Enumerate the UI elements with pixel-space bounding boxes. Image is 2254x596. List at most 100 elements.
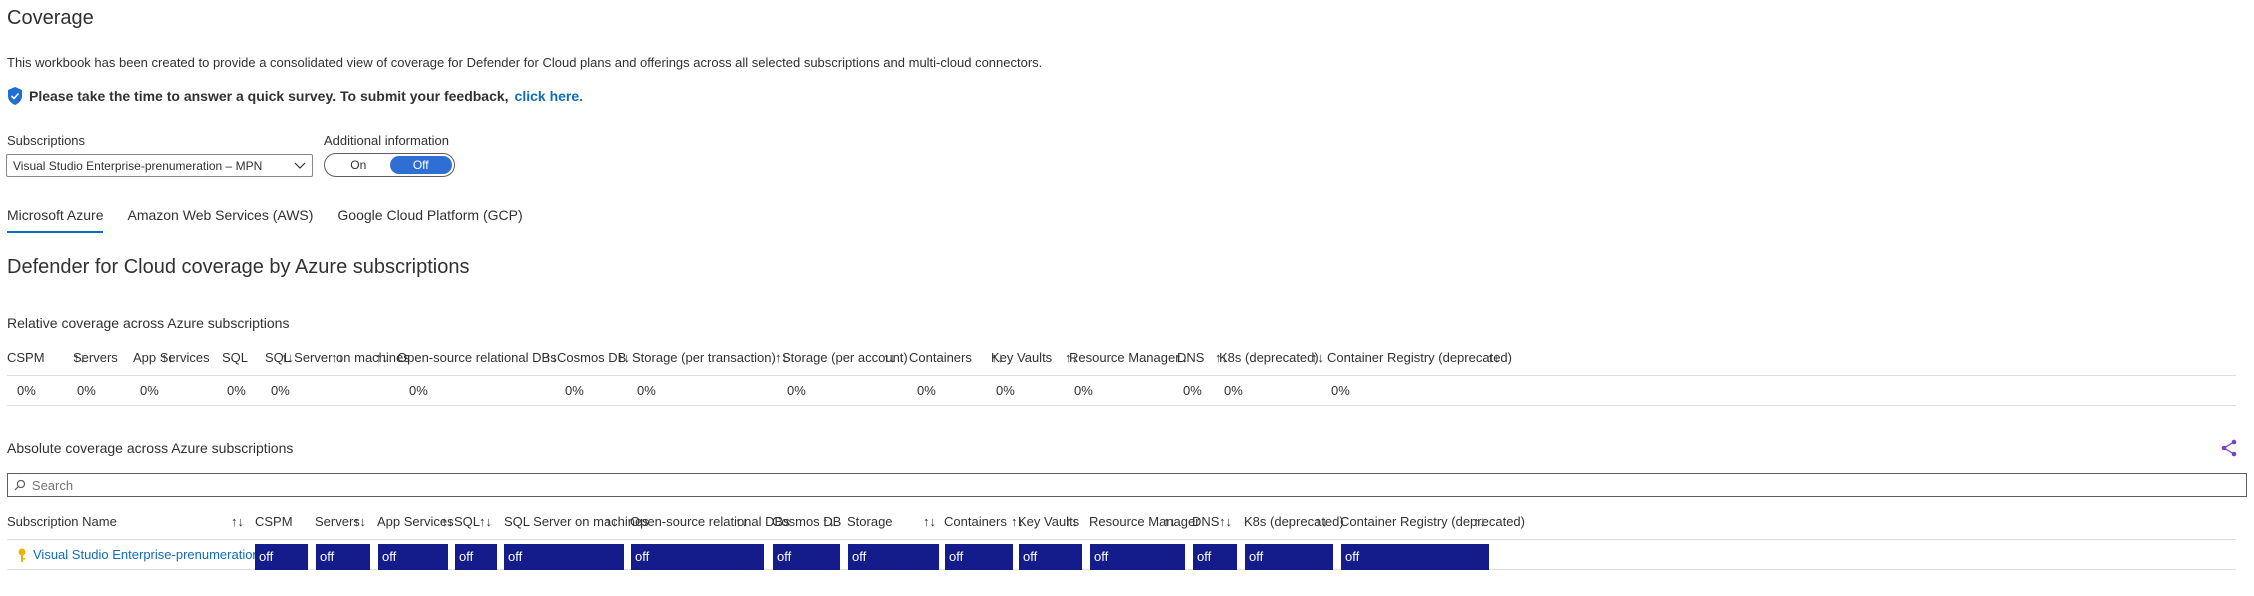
share-icon[interactable] <box>2220 439 2238 457</box>
sort-icon[interactable]: ↑↓ <box>605 510 618 534</box>
coverage-cell-servers: off <box>316 544 370 570</box>
column-header-k8s-deprecated: K8s (deprecated) <box>1244 514 1344 529</box>
column-header-k8s-deprecated: K8s (deprecated) <box>1219 350 1319 365</box>
column-header-open-source-relational-dbs: Open-source relational DBs <box>397 350 557 365</box>
relative-cell-container-registry-deprecated: 0% <box>1331 383 1350 398</box>
sort-icon[interactable]: ↑↓ <box>1487 346 1500 370</box>
search-icon <box>14 479 26 491</box>
toggle-on[interactable]: On <box>327 156 390 174</box>
coverage-cell-app-services: off <box>378 544 448 570</box>
relative-cell-storage-per-transaction: 0% <box>637 383 656 398</box>
sort-icon[interactable]: ↑↓ <box>353 510 366 534</box>
additional-info-label: Additional information <box>324 133 450 148</box>
sort-icon[interactable]: ↑↓ <box>617 346 630 370</box>
page-title: Coverage <box>7 7 94 29</box>
column-header-sql: SQL <box>454 514 481 529</box>
column-header-cspm: CSPM <box>7 350 45 365</box>
column-header-storage-per-transaction: Storage (per transaction) <box>632 350 776 365</box>
column-header-cosmos-db: Cosmos DB <box>557 350 627 365</box>
relative-cell-sql: 0% <box>227 383 246 398</box>
subscriptions-value: Visual Studio Enterprise-prenumeration –… <box>13 158 263 173</box>
column-header-key-vaults: Key Vaults <box>991 350 1053 365</box>
sort-icon[interactable]: ↑↓ <box>441 510 454 534</box>
column-header-container-registry-deprecated: Container Registry (deprecated) <box>1327 350 1512 365</box>
sort-icon[interactable]: ↑↓ <box>1473 510 1486 534</box>
section-title: Defender for Cloud coverage by Azure sub… <box>7 256 470 278</box>
relative-header-row: CSPM ↑↓ Servers ↑↓ App Services ↑↓ SQL ↑↓ SQL Se… <box>7 346 2236 376</box>
search-input[interactable] <box>31 477 2246 493</box>
absolute-header-row: Subscription Name ↑↓ CSPM Servers ↑↓ App Serv… <box>7 510 2236 540</box>
sort-icon[interactable]: ↑↓ <box>1315 510 1328 534</box>
sort-icon[interactable]: ↑↓ <box>883 346 896 370</box>
relative-cell-containers: 0% <box>917 383 936 398</box>
relative-cell-sql-server-on-machines: 0% <box>271 383 290 398</box>
subscriptions-dropdown[interactable]: Visual Studio Enterprise-prenumeration –… <box>6 154 313 177</box>
coverage-cell-container-registry-deprecated: off <box>1341 544 1489 570</box>
column-header-storage: Storage <box>847 514 893 529</box>
coverage-cell-cspm: off <box>255 544 308 570</box>
relative-cell-storage-per-account: 0% <box>787 383 806 398</box>
absolute-coverage-title: Absolute coverage across Azure subscript… <box>7 440 294 456</box>
relative-cell-resource-manager: 0% <box>1074 383 1093 398</box>
page-description: This workbook has been created to provid… <box>7 55 1043 70</box>
relative-cell-open-source-relational-dbs: 0% <box>409 383 428 398</box>
relative-cell-k8s-deprecated: 0% <box>1224 383 1243 398</box>
sort-icon[interactable]: ↑↓ <box>1065 510 1078 534</box>
relative-coverage-grid: CSPM ↑↓ Servers ↑↓ App Services ↑↓ SQL ↑↓ SQL Se… <box>7 346 2236 406</box>
coverage-cell-k8s-deprecated: off <box>1245 544 1333 570</box>
sort-icon[interactable]: ↑↓ <box>1311 346 1324 370</box>
sort-icon[interactable]: ↑↓ <box>479 510 492 534</box>
column-header-resource-manager: Resource Manager <box>1069 350 1180 365</box>
column-header-dns: DNS <box>1192 514 1220 529</box>
chevron-down-icon <box>294 162 306 169</box>
absolute-coverage-grid: Subscription Name ↑↓ CSPM Servers ↑↓ App Serv… <box>7 510 2236 570</box>
survey-link[interactable]: click here. <box>515 88 584 104</box>
column-header-sql-server-on-machines: SQL Server on machines <box>265 350 410 365</box>
survey-text: Please take the time to answer a quick s… <box>29 88 509 104</box>
coverage-cell-dns: off <box>1193 544 1237 570</box>
table-row: Visual Studio Enterprise-prenumeration –… <box>7 540 2236 570</box>
column-header-dns: DNS <box>1177 350 1205 365</box>
additional-info-toggle[interactable]: On Off <box>324 153 455 177</box>
coverage-cell-containers: off <box>945 544 1013 570</box>
subscriptions-label: Subscriptions <box>7 133 86 148</box>
column-header-container-registry-deprecated: Container Registry (deprecated) <box>1340 514 1525 529</box>
relative-cell-key-vaults: 0% <box>996 383 1015 398</box>
column-header-sql: SQL <box>222 350 249 365</box>
coverage-cell-sql-server-on-machines: off <box>504 544 624 570</box>
relative-cell-app-services: 0% <box>140 383 159 398</box>
column-header-containers: Containers <box>944 514 1007 529</box>
column-header-open-source-relational-dbs: Open-source relational DBs <box>630 514 790 529</box>
column-header-containers: Containers <box>909 350 972 365</box>
relative-cell-servers: 0% <box>77 383 96 398</box>
column-header-cspm: CSPM <box>255 514 293 529</box>
column-header-servers: Servers <box>73 350 118 365</box>
sort-icon[interactable]: ↑↓ <box>735 510 748 534</box>
column-header-resource-manager: Resource Manager <box>1089 514 1200 529</box>
sort-icon[interactable]: ↑↓ <box>375 346 388 370</box>
toggle-off[interactable]: Off <box>389 156 452 174</box>
search-box[interactable] <box>7 473 2247 497</box>
tab-gcp[interactable]: Google Cloud Platform (GCP) <box>337 207 522 233</box>
tab-aws[interactable]: Amazon Web Services (AWS) <box>127 207 313 233</box>
relative-cell-dns: 0% <box>1183 383 1202 398</box>
tab-microsoft-azure[interactable]: Microsoft Azure <box>7 207 104 233</box>
sort-icon[interactable]: ↑↓ <box>231 510 244 534</box>
coverage-cell-sql: off <box>455 544 497 570</box>
coverage-cell-cosmos-db: off <box>773 544 840 570</box>
shield-icon <box>8 87 22 105</box>
column-header-app-services: App Services <box>133 350 210 365</box>
coverage-cell-resource-manager: off <box>1090 544 1185 570</box>
coverage-cell-storage: off <box>848 544 939 570</box>
sort-icon[interactable]: ↑↓ <box>1219 510 1232 534</box>
relative-coverage-title: Relative coverage across Azure subscript… <box>7 315 290 331</box>
cloud-tabs: Microsoft Azure Amazon Web Services (AWS… <box>7 207 523 233</box>
sort-icon[interactable]: ↑↓ <box>923 510 936 534</box>
sort-icon[interactable]: ↑↓ <box>1163 510 1176 534</box>
column-header-sql-server-on-machines: SQL Server on machines <box>504 514 649 529</box>
coverage-cell-key-vaults: off <box>1019 544 1082 570</box>
coverage-cell-open-source-relational-dbs: off <box>631 544 764 570</box>
survey-banner: Please take the time to answer a quick s… <box>7 87 583 105</box>
relative-cell-cspm: 0% <box>17 383 36 398</box>
sort-icon[interactable]: ↑↓ <box>822 510 835 534</box>
